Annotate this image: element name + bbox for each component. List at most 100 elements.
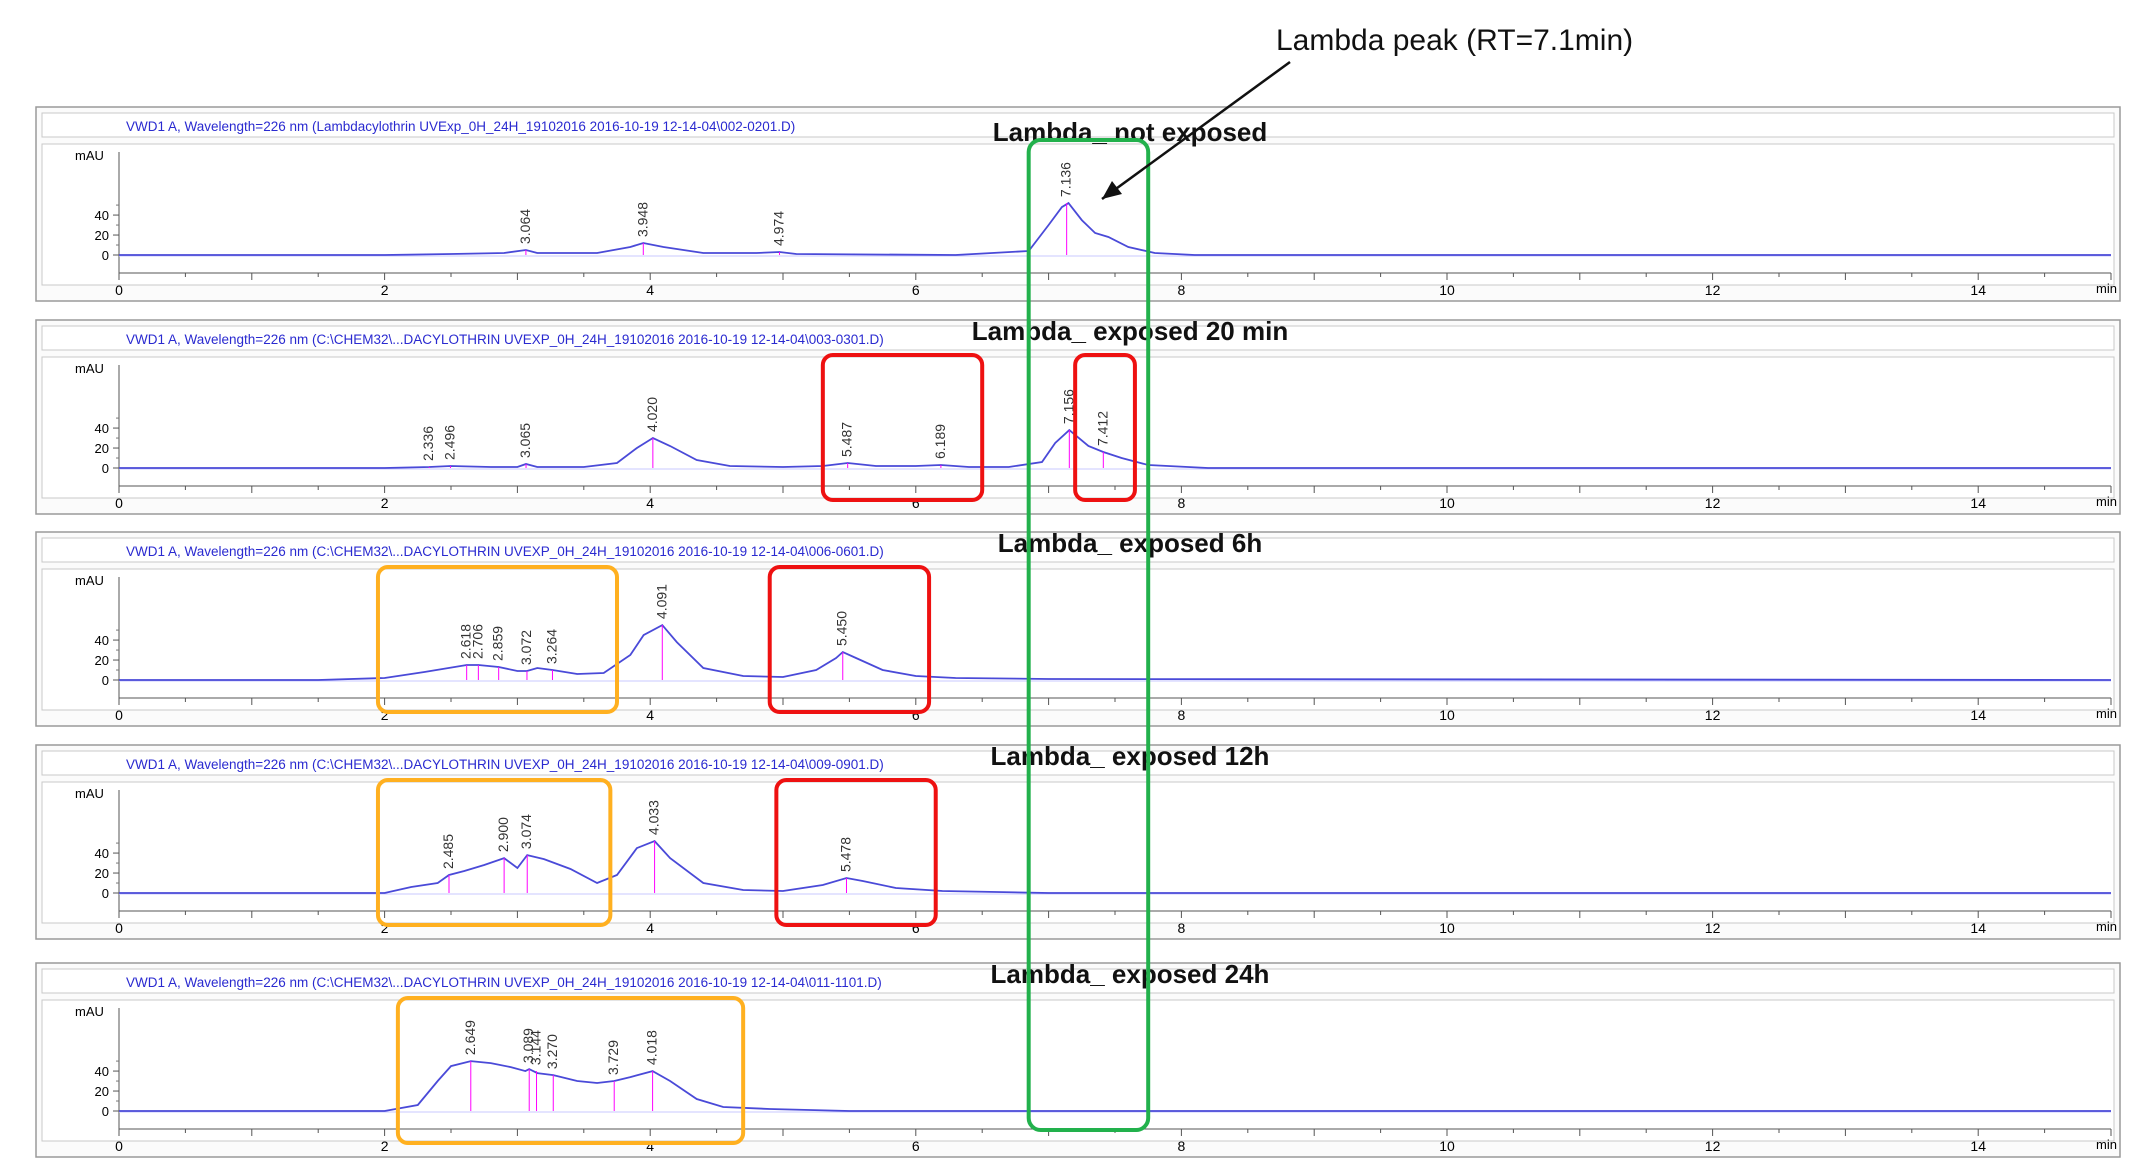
peak-rt-label: 3.072 bbox=[518, 630, 534, 665]
x-tick-label: 2 bbox=[381, 282, 389, 298]
peak-rt-label: 4.974 bbox=[771, 211, 787, 246]
plot-area bbox=[41, 568, 2115, 711]
y-tick-label: 20 bbox=[95, 228, 109, 243]
x-tick-label: 12 bbox=[1705, 1138, 1721, 1154]
y-tick-label: 0 bbox=[102, 886, 109, 901]
peak-rt-label: 3.948 bbox=[634, 202, 650, 237]
peak-rt-label: 2.649 bbox=[462, 1020, 478, 1055]
y-tick-label: 40 bbox=[95, 1064, 109, 1079]
peak-rt-label: 3.074 bbox=[518, 814, 534, 849]
y-tick-label: 20 bbox=[95, 441, 109, 456]
x-tick-label: 0 bbox=[115, 282, 123, 298]
peak-rt-label: 3.264 bbox=[543, 629, 559, 664]
x-tick-label: 0 bbox=[115, 920, 123, 936]
x-tick-label: 14 bbox=[1970, 1138, 1986, 1154]
y-tick-label: 40 bbox=[95, 633, 109, 648]
x-tick-label: 4 bbox=[646, 1138, 654, 1154]
y-axis-label: mAU bbox=[75, 148, 104, 163]
peak-rt-label: 2.485 bbox=[440, 834, 456, 869]
x-tick-label: 10 bbox=[1439, 495, 1455, 511]
peak-rt-label: 3.729 bbox=[605, 1040, 621, 1075]
panel-title: Lambda_ exposed 12h bbox=[991, 741, 1270, 771]
chromatogram-panel: VWD1 A, Wavelength=226 nm (C:\CHEM32\...… bbox=[35, 741, 2121, 940]
y-tick-label: 0 bbox=[102, 461, 109, 476]
chromatogram-panel: VWD1 A, Wavelength=226 nm (Lambdacylothr… bbox=[35, 106, 2121, 302]
x-tick-label: 4 bbox=[646, 495, 654, 511]
x-axis-unit-label: min bbox=[2096, 919, 2117, 934]
peak-rt-label: 4.033 bbox=[646, 800, 662, 835]
plot-area bbox=[41, 356, 2115, 499]
annotation-text: Lambda peak (RT=7.1min) bbox=[1276, 24, 1633, 57]
panel-title: Lambda_ exposed 24h bbox=[991, 959, 1270, 989]
peak-rt-label: 3.270 bbox=[544, 1034, 560, 1069]
peak-rt-label: 4.018 bbox=[644, 1030, 660, 1065]
peak-rt-label: 3.064 bbox=[517, 209, 533, 244]
y-tick-label: 0 bbox=[102, 248, 109, 263]
panel-header-text: VWD1 A, Wavelength=226 nm (C:\CHEM32\...… bbox=[126, 544, 884, 559]
x-tick-label: 4 bbox=[646, 282, 654, 298]
peak-rt-label: 3.065 bbox=[517, 423, 533, 458]
y-tick-label: 20 bbox=[95, 653, 109, 668]
x-tick-label: 14 bbox=[1970, 282, 1986, 298]
x-tick-label: 10 bbox=[1439, 282, 1455, 298]
peak-rt-label: 2.496 bbox=[441, 425, 457, 460]
peak-rt-label: 2.900 bbox=[495, 817, 511, 852]
peak-rt-label: 5.478 bbox=[837, 837, 853, 872]
x-tick-label: 10 bbox=[1439, 1138, 1455, 1154]
y-tick-label: 40 bbox=[95, 208, 109, 223]
peak-rt-label: 2.706 bbox=[469, 624, 485, 659]
y-tick-label: 20 bbox=[95, 1084, 109, 1099]
x-tick-label: 4 bbox=[646, 920, 654, 936]
x-tick-label: 8 bbox=[1178, 707, 1186, 723]
peak-rt-label: 3.144 bbox=[528, 1030, 544, 1065]
x-tick-label: 10 bbox=[1439, 707, 1455, 723]
x-axis-unit-label: min bbox=[2096, 1137, 2117, 1152]
x-tick-label: 14 bbox=[1970, 707, 1986, 723]
chromatogram-panel: VWD1 A, Wavelength=226 nm (C:\CHEM32\...… bbox=[35, 959, 2121, 1158]
x-tick-label: 12 bbox=[1705, 495, 1721, 511]
y-tick-label: 20 bbox=[95, 866, 109, 881]
x-tick-label: 10 bbox=[1439, 920, 1455, 936]
plot-area bbox=[41, 999, 2115, 1142]
y-axis-label: mAU bbox=[75, 361, 104, 376]
x-tick-label: 0 bbox=[115, 1138, 123, 1154]
chromatogram-panel: VWD1 A, Wavelength=226 nm (C:\CHEM32\...… bbox=[35, 316, 2121, 515]
y-tick-label: 40 bbox=[95, 846, 109, 861]
x-tick-label: 2 bbox=[381, 495, 389, 511]
plot-area bbox=[41, 781, 2115, 924]
x-tick-label: 6 bbox=[912, 707, 920, 723]
x-tick-label: 6 bbox=[912, 1138, 920, 1154]
panel-title: Lambda_ exposed 20 min bbox=[972, 316, 1288, 346]
panel-header-text: VWD1 A, Wavelength=226 nm (C:\CHEM32\...… bbox=[126, 757, 884, 772]
peak-rt-label: 5.487 bbox=[839, 422, 855, 457]
x-tick-label: 8 bbox=[1178, 495, 1186, 511]
y-axis-label: mAU bbox=[75, 786, 104, 801]
panel-title: Lambda_ exposed 6h bbox=[998, 528, 1262, 558]
y-axis-label: mAU bbox=[75, 573, 104, 588]
peak-rt-label: 5.450 bbox=[834, 611, 850, 646]
y-tick-label: 0 bbox=[102, 1104, 109, 1119]
x-tick-label: 8 bbox=[1178, 282, 1186, 298]
y-axis-label: mAU bbox=[75, 1004, 104, 1019]
x-tick-label: 4 bbox=[646, 707, 654, 723]
y-tick-label: 0 bbox=[102, 673, 109, 688]
x-tick-label: 6 bbox=[912, 495, 920, 511]
x-tick-label: 8 bbox=[1178, 1138, 1186, 1154]
x-tick-label: 14 bbox=[1970, 495, 1986, 511]
panel-header-text: VWD1 A, Wavelength=226 nm (Lambdacylothr… bbox=[126, 119, 795, 134]
x-tick-label: 6 bbox=[912, 282, 920, 298]
peak-rt-label: 6.189 bbox=[932, 424, 948, 459]
x-tick-label: 8 bbox=[1178, 920, 1186, 936]
x-tick-label: 6 bbox=[912, 920, 920, 936]
x-tick-label: 0 bbox=[115, 495, 123, 511]
x-tick-label: 12 bbox=[1705, 920, 1721, 936]
panel-header-text: VWD1 A, Wavelength=226 nm (C:\CHEM32\...… bbox=[126, 332, 884, 347]
x-tick-label: 0 bbox=[115, 707, 123, 723]
x-axis-unit-label: min bbox=[2096, 494, 2117, 509]
x-tick-label: 2 bbox=[381, 1138, 389, 1154]
x-tick-label: 14 bbox=[1970, 920, 1986, 936]
peak-rt-label: 4.020 bbox=[644, 397, 660, 432]
peak-rt-label: 7.412 bbox=[1094, 411, 1110, 446]
chromatogram-figure: VWD1 A, Wavelength=226 nm (Lambdacylothr… bbox=[35, 24, 2121, 1158]
peak-rt-label: 4.091 bbox=[653, 584, 669, 619]
